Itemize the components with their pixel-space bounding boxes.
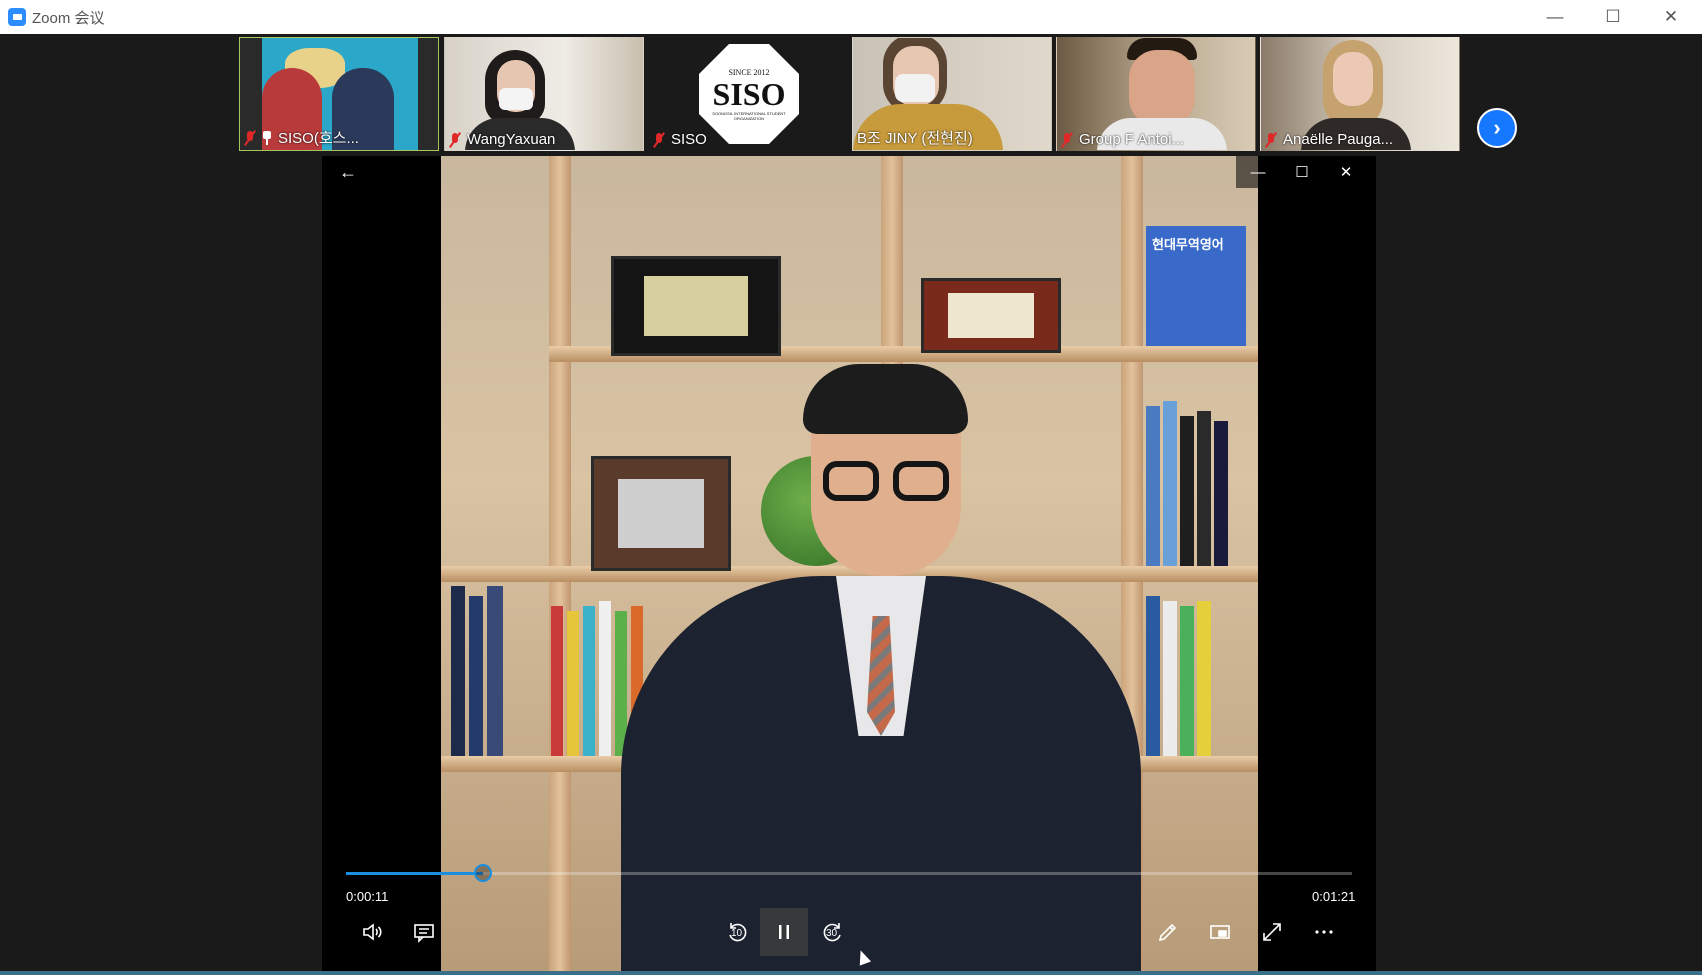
face-mask (499, 88, 533, 110)
book (1146, 406, 1160, 566)
mic-muted-icon (1265, 132, 1277, 148)
book (1180, 606, 1194, 756)
taskbar-edge (0, 971, 1702, 975)
book (469, 596, 483, 756)
mic-muted-icon (449, 132, 461, 148)
book (1197, 411, 1211, 566)
shelf-post (549, 156, 571, 971)
player-minimize-button[interactable]: — (1236, 156, 1280, 188)
glasses-lens (823, 461, 879, 501)
volume-icon (363, 923, 382, 941)
logo-sub-text: SOONGSIL INTERNATIONAL STUDENT ORGANIZAT… (712, 110, 786, 121)
book (1163, 601, 1177, 756)
pencil-icon (1158, 923, 1177, 942)
mini-view-button[interactable] (1196, 908, 1244, 956)
skip-forward-label: 30 (826, 928, 838, 939)
participant-name-row: Anaëlle Pauga... (1265, 131, 1393, 148)
book (487, 586, 503, 756)
participant-name: SISO (671, 131, 707, 148)
back-button[interactable]: ← (336, 160, 360, 184)
chevron-right-icon: › (1493, 115, 1501, 140)
player-maximize-button[interactable]: ☐ (1280, 156, 1324, 188)
title-bar: Zoom 会议 — ☐ ✕ (0, 0, 1702, 34)
participant-name-row: SISO (653, 131, 707, 148)
current-time: 0:00:11 (346, 889, 389, 904)
captions-icon (414, 924, 434, 943)
participant-name: B조 JINY (전현진) (857, 130, 973, 147)
mic-muted-icon (244, 130, 256, 146)
book (1180, 416, 1194, 566)
participant-tile[interactable]: SINCE 2012 SISO SOONGSIL INTERNATIONAL S… (648, 37, 848, 151)
participant-face (1129, 50, 1195, 126)
volume-button[interactable] (348, 908, 396, 956)
zoom-app-icon (8, 8, 26, 26)
mini-view-icon (1210, 925, 1230, 939)
book (599, 601, 611, 756)
participant-tile[interactable]: B조 JINY (전현진) (852, 37, 1052, 151)
close-button[interactable]: ✕ (1642, 0, 1700, 34)
certificate-frame (611, 256, 781, 356)
expand-icon (1263, 923, 1281, 941)
participant-tile[interactable]: Group F Antoi... (1056, 37, 1256, 151)
face-mask (895, 74, 935, 102)
video-player-window[interactable]: 현대무역영어 ← — ☐ ✕ 0:00:11 0:01:21 10 30 (322, 156, 1376, 971)
pause-button[interactable] (760, 908, 808, 956)
mic-muted-icon (653, 132, 665, 148)
skip-forward-button[interactable]: 30 (809, 908, 857, 956)
book (451, 586, 465, 756)
participant-tile[interactable]: WangYaxuan (444, 37, 644, 151)
participant-name: SISO(호스... (278, 130, 359, 147)
siso-logo: SINCE 2012 SISO SOONGSIL INTERNATIONAL S… (699, 44, 799, 144)
participant-name-row: B조 JINY (전현진) (857, 127, 973, 148)
book (583, 606, 595, 756)
participant-tile[interactable]: SISO(호스... (239, 37, 439, 151)
minimize-button[interactable]: — (1526, 0, 1584, 34)
more-options-button[interactable] (1300, 908, 1348, 956)
book (567, 611, 579, 756)
edit-button[interactable] (1144, 908, 1192, 956)
participant-strip: SISO(호스... WangYaxuan SINCE 2012 SISO SO… (0, 34, 1702, 152)
book (1197, 601, 1211, 756)
book (551, 606, 563, 756)
book-title: 현대무역영어 (1152, 237, 1224, 252)
participant-name-row: Group F Antoi... (1061, 131, 1184, 148)
next-participants-button[interactable]: › (1477, 108, 1517, 148)
seek-thumb[interactable] (473, 864, 492, 882)
participant-name: Group F Antoi... (1079, 131, 1185, 148)
total-time: 0:01:21 (1312, 889, 1356, 904)
window-title: Zoom 会议 (32, 9, 105, 27)
more-icon (1315, 930, 1333, 934)
pin-icon (262, 130, 272, 145)
award-frame (591, 456, 731, 571)
plaque-frame (921, 278, 1061, 353)
seek-progress (346, 872, 483, 875)
seek-bar[interactable] (346, 864, 1352, 882)
glasses-lens (893, 461, 949, 501)
tile-edge (418, 38, 438, 150)
captions-button[interactable] (400, 908, 448, 956)
participant-name-row: SISO(호스... (244, 127, 359, 148)
pause-icon (779, 925, 789, 939)
player-close-button[interactable]: ✕ (1324, 156, 1368, 188)
book (1146, 596, 1160, 756)
video-frame: 현대무역영어 (441, 156, 1258, 971)
maximize-button[interactable]: ☐ (1584, 0, 1642, 34)
presenter-hair (803, 364, 968, 434)
participant-face (1333, 52, 1373, 106)
fullscreen-button[interactable] (1248, 908, 1296, 956)
book (1163, 401, 1177, 566)
book-cover: 현대무역영어 (1146, 226, 1246, 346)
participant-name-row: WangYaxuan (449, 131, 555, 148)
skip-back-label: 10 (731, 928, 743, 939)
shelf-board (1121, 346, 1258, 362)
participant-name: Anaëlle Pauga... (1283, 131, 1394, 148)
book (1214, 421, 1228, 566)
participant-name: WangYaxuan (467, 131, 556, 148)
skip-back-button[interactable]: 10 (713, 908, 761, 956)
logo-main-text: SISO (712, 75, 786, 112)
mic-muted-icon (1061, 132, 1073, 148)
participant-tile[interactable]: Anaëlle Pauga... (1260, 37, 1460, 151)
